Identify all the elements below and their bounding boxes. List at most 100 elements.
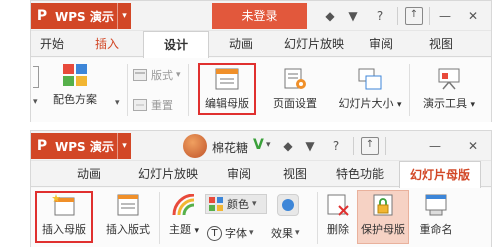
username[interactable]: 棉花糖 bbox=[212, 139, 248, 156]
tab-home[interactable]: 开始 bbox=[31, 31, 73, 57]
divider bbox=[429, 7, 430, 25]
color-label: 颜色 bbox=[227, 198, 249, 211]
effects-icon bbox=[282, 199, 294, 211]
divider bbox=[127, 64, 128, 116]
help-icon[interactable]: ? bbox=[325, 137, 347, 155]
chevron-down-icon[interactable]: ▾ bbox=[117, 133, 131, 159]
divider bbox=[317, 192, 318, 244]
chevron-down-icon: ▾ bbox=[295, 228, 300, 238]
tab-animation[interactable]: 动画 bbox=[67, 161, 111, 187]
tab-slideshow[interactable]: 幻灯片放映 bbox=[277, 31, 351, 57]
divider bbox=[159, 192, 160, 244]
ribbon-tabs: 动画 幻灯片放映 审阅 视图 特色功能 幻灯片母版 bbox=[31, 161, 491, 188]
shirt-icon[interactable]: ▼ bbox=[344, 7, 362, 25]
tab-review[interactable]: 审阅 bbox=[219, 161, 259, 187]
page-setup-icon bbox=[283, 68, 307, 90]
font-dropdown[interactable]: T 字体 ▾ bbox=[207, 225, 254, 241]
insert-layout-icon bbox=[116, 194, 140, 216]
close-icon[interactable]: ✕ bbox=[464, 7, 482, 25]
reset-label: 重置 bbox=[151, 99, 173, 112]
reset-button[interactable]: 重置 bbox=[133, 97, 173, 113]
skin-icon[interactable]: ◆ bbox=[321, 7, 339, 25]
insert-master-icon bbox=[52, 194, 76, 216]
tab-view[interactable]: 视图 bbox=[275, 161, 315, 187]
minimize-icon[interactable]: — bbox=[436, 7, 454, 25]
app-menu-button[interactable]: P WPS 演示 ▾ bbox=[31, 133, 131, 159]
slide-size-icon bbox=[358, 68, 382, 90]
delete-label: 删除 bbox=[327, 223, 349, 236]
chevron-down-icon[interactable]: ▾ bbox=[266, 140, 271, 150]
chevron-down-icon: ▾ bbox=[470, 100, 476, 110]
edit-master-label: 编辑母版 bbox=[205, 97, 249, 110]
protect-master-button[interactable]: 保护母版 bbox=[357, 194, 409, 237]
dropdown-caret-icon[interactable]: ▾ bbox=[33, 97, 38, 107]
skin-icon[interactable]: ◆ bbox=[279, 137, 297, 155]
effects-label: 效果 bbox=[271, 227, 293, 240]
color-dropdown[interactable]: 颜色 ▾ bbox=[205, 194, 267, 214]
minimize-icon[interactable]: — bbox=[426, 137, 444, 155]
edit-master-button[interactable]: 编辑母版 bbox=[201, 68, 253, 111]
theme-button[interactable]: 主题 ▾ bbox=[163, 193, 205, 237]
app-menu-button[interactable]: P WPS 演示 ▾ bbox=[31, 3, 131, 29]
tab-design[interactable]: 设计 bbox=[143, 31, 209, 58]
divider bbox=[397, 7, 398, 25]
effects-swatch[interactable] bbox=[277, 194, 299, 216]
theme-label: 主题 ▾ bbox=[169, 221, 199, 237]
wps-logo-icon: P bbox=[36, 138, 48, 154]
insert-master-label: 插入母版 bbox=[42, 223, 86, 236]
slide-master-ribbon: 插入母版 插入版式 主题 ▾ 颜色 ▾ T 字体 ▾ 效果 ▾ 删除 保护母版 … bbox=[31, 188, 491, 247]
color-swatch-icon bbox=[209, 197, 223, 211]
chevron-down-icon[interactable]: ▾ bbox=[115, 98, 120, 108]
close-icon[interactable]: ✕ bbox=[464, 137, 482, 155]
design-ribbon: ▾ 配色方案 ▾ 版式 ▾ 重置 编辑母版 页面设置 幻灯片大小 ▾ 演示工具 … bbox=[31, 58, 491, 122]
presentation-tools-button[interactable]: 演示工具 ▾ bbox=[413, 68, 485, 111]
theme-gallery-edge bbox=[33, 66, 39, 88]
tab-insert[interactable]: 插入 bbox=[83, 31, 131, 57]
chevron-down-icon: ▾ bbox=[194, 226, 200, 236]
restore-icon[interactable]: ↑ bbox=[361, 137, 379, 155]
tab-slideshow[interactable]: 幻灯片放映 bbox=[131, 161, 205, 187]
slide-master-icon bbox=[215, 68, 239, 90]
delete-button[interactable]: 删除 bbox=[321, 194, 355, 237]
effects-dropdown[interactable]: 效果 ▾ bbox=[271, 225, 300, 241]
rename-button[interactable]: 重命名 bbox=[413, 194, 459, 237]
delete-slide-icon bbox=[326, 194, 350, 216]
insert-layout-button[interactable]: 插入版式 bbox=[101, 194, 155, 237]
tab-slide-master[interactable]: 幻灯片母版 bbox=[399, 161, 481, 188]
shirt-icon[interactable]: ▼ bbox=[301, 137, 319, 155]
layout-icon bbox=[133, 69, 147, 81]
rename-icon bbox=[424, 194, 448, 216]
avatar[interactable] bbox=[183, 134, 207, 158]
tab-view[interactable]: 视图 bbox=[421, 31, 461, 57]
restore-icon[interactable]: ↑ bbox=[405, 7, 423, 25]
chevron-down-icon: ▾ bbox=[252, 199, 257, 209]
login-button[interactable]: 未登录 bbox=[212, 3, 307, 29]
vip-badge-icon: V bbox=[253, 137, 264, 153]
color-scheme-button[interactable]: 配色方案 bbox=[53, 64, 97, 107]
tab-review[interactable]: 审阅 bbox=[359, 31, 403, 57]
divider bbox=[188, 64, 189, 116]
divider bbox=[409, 64, 410, 116]
tab-animation[interactable]: 动画 bbox=[215, 31, 267, 57]
chevron-down-icon[interactable]: ▾ bbox=[117, 3, 131, 29]
wps-logo-icon: P bbox=[36, 8, 48, 24]
layout-label: 版式 bbox=[151, 69, 173, 82]
color-scheme-label: 配色方案 bbox=[53, 93, 97, 106]
divider bbox=[385, 137, 386, 155]
slide-size-button[interactable]: 幻灯片大小 ▾ bbox=[333, 68, 407, 111]
rename-label: 重命名 bbox=[419, 223, 453, 236]
help-icon[interactable]: ? bbox=[369, 7, 391, 25]
page-setup-label: 页面设置 bbox=[273, 97, 317, 110]
presentation-tools-icon bbox=[437, 68, 461, 90]
tab-special-features[interactable]: 特色功能 bbox=[329, 161, 391, 187]
ribbon-tabs: 开始 插入 设计 动画 幻灯片放映 审阅 视图 bbox=[31, 31, 491, 58]
chevron-down-icon: ▾ bbox=[249, 228, 254, 238]
wps-window-slide-master-tab: P WPS 演示 ▾ 棉花糖 V ▾ ◆ ▼ ? ↑ — ✕ 动画 幻灯片放映 … bbox=[30, 130, 492, 247]
layout-button[interactable]: 版式 ▾ bbox=[133, 67, 181, 83]
slide-size-label: 幻灯片大小 ▾ bbox=[338, 95, 401, 111]
page-setup-button[interactable]: 页面设置 bbox=[267, 68, 323, 111]
insert-master-button[interactable]: 插入母版 bbox=[37, 194, 91, 237]
slide-size-text: 幻灯片大小 bbox=[338, 97, 394, 110]
color-scheme-icon bbox=[63, 64, 87, 86]
app-name: WPS 演示 bbox=[55, 9, 114, 24]
